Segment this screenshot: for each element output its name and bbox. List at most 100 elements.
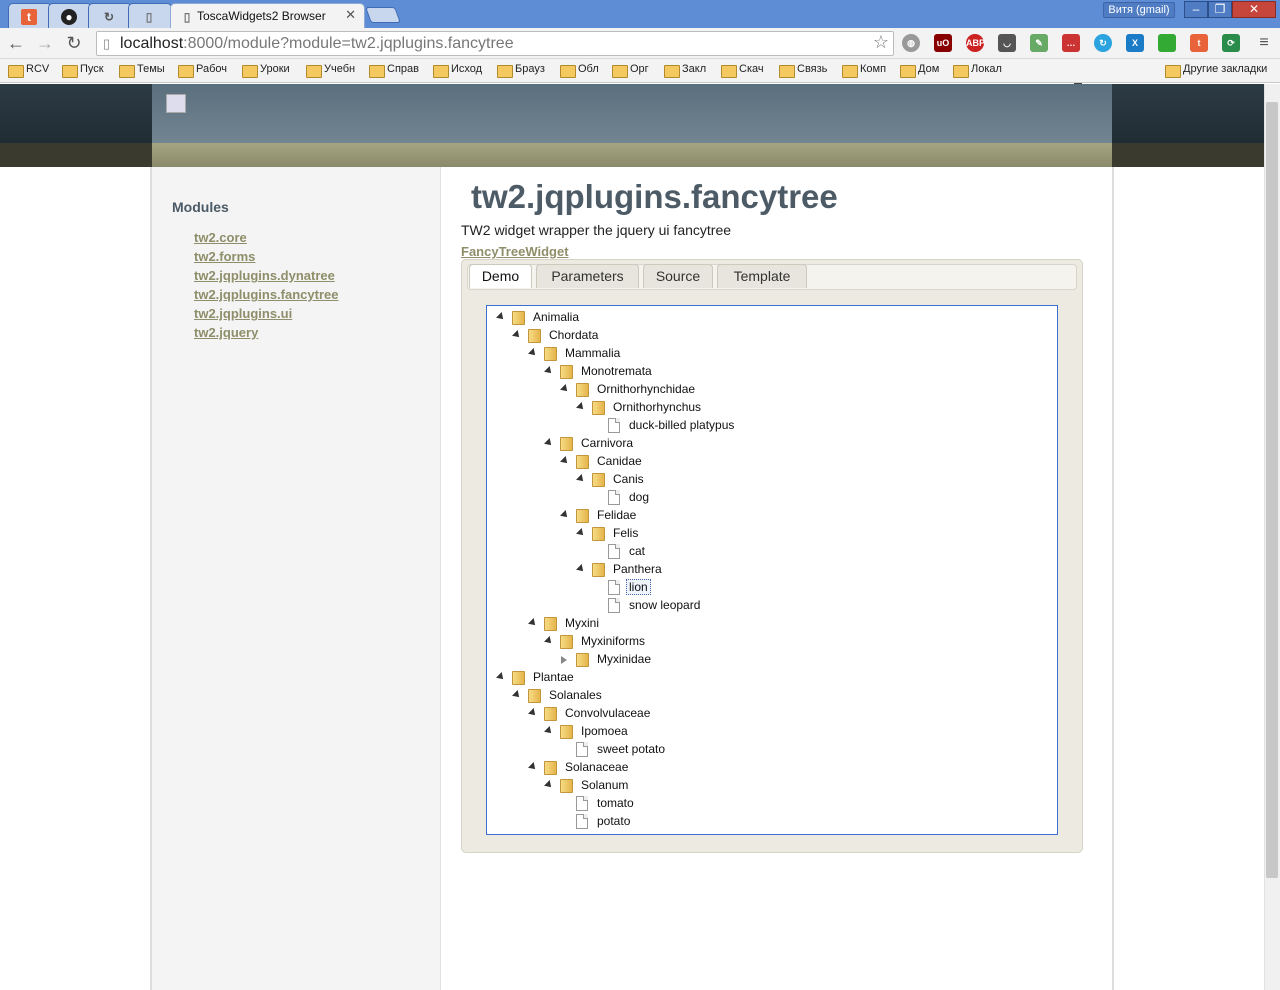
- collapse-icon[interactable]: [576, 528, 586, 538]
- browser-tab[interactable]: ↻: [88, 3, 132, 28]
- tree-node[interactable]: snow leopard: [591, 597, 891, 615]
- module-link[interactable]: tw2.jqplugins.fancytree: [194, 287, 338, 302]
- browser-tab[interactable]: ●: [48, 3, 92, 28]
- browser-tab-active[interactable]: ▯ ToscaWidgets2 Browser ✕: [170, 3, 365, 28]
- tree-node-title[interactable]: Panthera: [613, 562, 662, 576]
- collapse-icon[interactable]: [560, 384, 570, 394]
- tree-node-title[interactable]: Convolvulaceae: [565, 706, 650, 720]
- collapse-icon[interactable]: [576, 402, 586, 412]
- tree-node-title[interactable]: Monotremata: [581, 364, 652, 378]
- tree-node-title[interactable]: Chordata: [549, 328, 598, 342]
- tree-node-title[interactable]: Ornithorhynchus: [613, 400, 701, 414]
- globe-icon[interactable]: ◍: [902, 34, 920, 52]
- tree-node[interactable]: tomato: [559, 795, 859, 813]
- other-bookmarks[interactable]: Другие закладки: [1163, 63, 1267, 78]
- collapse-icon[interactable]: [560, 510, 570, 520]
- collapse-icon[interactable]: [528, 618, 538, 628]
- tree-node[interactable]: duck-billed platypus: [591, 417, 891, 435]
- tree-node-title[interactable]: dog: [629, 490, 649, 504]
- tree-node-title[interactable]: Canidae: [597, 454, 642, 468]
- tree-node[interactable]: Chordata: [511, 327, 811, 345]
- browser-tab[interactable]: ▯: [128, 3, 172, 28]
- tree-node-title[interactable]: Solanum: [581, 778, 628, 792]
- expand-icon[interactable]: [561, 656, 567, 664]
- tree-node[interactable]: sweet potato: [559, 741, 859, 759]
- pocket-icon[interactable]: ◡: [998, 34, 1016, 52]
- tree-node-title[interactable]: Solanales: [549, 688, 602, 702]
- restore-icon[interactable]: ❐: [1208, 1, 1232, 18]
- close-icon[interactable]: ✕: [345, 7, 356, 23]
- close-window-icon[interactable]: ✕: [1232, 1, 1276, 18]
- bookmark-folder[interactable]: Учебн: [304, 63, 355, 78]
- tree-node[interactable]: Ornithorhynchidae: [559, 381, 859, 399]
- collapse-icon[interactable]: [528, 348, 538, 358]
- new-tab-button[interactable]: [365, 7, 401, 23]
- scrollbar-thumb[interactable]: [1266, 102, 1278, 878]
- tab-demo[interactable]: Demo: [469, 264, 532, 288]
- reload-icon[interactable]: ↻: [62, 32, 86, 54]
- tree-node[interactable]: Solanales: [511, 687, 811, 705]
- tree-node[interactable]: Animalia: [495, 309, 795, 327]
- tree-node[interactable]: Carnivora: [543, 435, 843, 453]
- collapse-icon[interactable]: [544, 726, 554, 736]
- refresh-extension-icon[interactable]: ⟳: [1222, 34, 1240, 52]
- bookmark-folder[interactable]: Уроки: [240, 63, 290, 78]
- collapse-icon[interactable]: [544, 636, 554, 646]
- tumblr-icon[interactable]: t: [1190, 34, 1208, 52]
- tree-node-title[interactable]: Felis: [613, 526, 638, 540]
- tree-node[interactable]: Solanum: [543, 777, 843, 795]
- bookmark-folder[interactable]: Связь: [777, 63, 827, 78]
- tree-node[interactable]: cat: [591, 543, 891, 561]
- module-link[interactable]: tw2.jquery: [194, 325, 258, 340]
- bookmark-folder[interactable]: Пуск: [60, 63, 104, 78]
- module-link[interactable]: tw2.core: [194, 230, 247, 245]
- bookmark-folder[interactable]: Дом: [898, 63, 939, 78]
- browser-tab[interactable]: t: [8, 3, 52, 28]
- bookmark-folder[interactable]: Справ: [367, 63, 419, 78]
- collapse-icon[interactable]: [512, 690, 522, 700]
- tree-node-title[interactable]: Canis: [613, 472, 644, 486]
- tree-node[interactable]: Myxinidae: [559, 651, 859, 669]
- fancytree[interactable]: Animalia Chordata Mammalia Monotremata Ornit…: [486, 305, 1058, 835]
- tree-node-title[interactable]: snow leopard: [629, 598, 700, 612]
- tree-node[interactable]: Felidae: [559, 507, 859, 525]
- tree-node[interactable]: Monotremata: [543, 363, 843, 381]
- bookmark-folder[interactable]: Скач: [719, 63, 764, 78]
- tree-node-title[interactable]: sweet potato: [597, 742, 665, 756]
- tree-node-title[interactable]: tomato: [597, 796, 634, 810]
- tree-node-title[interactable]: potato: [597, 814, 630, 828]
- tree-node[interactable]: Solanaceae: [527, 759, 827, 777]
- minimize-icon[interactable]: –: [1184, 1, 1208, 18]
- tree-node[interactable]: Canidae: [559, 453, 859, 471]
- tab-parameters[interactable]: Parameters: [536, 264, 639, 288]
- tree-node-title[interactable]: Plantae: [533, 670, 574, 684]
- bookmark-folder[interactable]: RCV: [6, 63, 49, 78]
- bookmark-folder[interactable]: Исход: [431, 63, 482, 78]
- tree-node[interactable]: dog: [591, 489, 891, 507]
- translate-icon[interactable]: X: [1126, 34, 1144, 52]
- module-link[interactable]: tw2.jqplugins.ui: [194, 306, 292, 321]
- menu-icon[interactable]: ≡: [1252, 32, 1276, 54]
- collapse-icon[interactable]: [496, 672, 506, 682]
- bookmark-folder[interactable]: Темы: [117, 63, 165, 78]
- bookmark-folder[interactable]: Обл: [558, 63, 599, 78]
- tree-node[interactable]: Myxiniforms: [543, 633, 843, 651]
- tree-node[interactable]: Myxini: [527, 615, 827, 633]
- collapse-icon[interactable]: [576, 474, 586, 484]
- tree-node[interactable]: Plantae: [495, 669, 795, 687]
- tree-node[interactable]: Panthera: [575, 561, 875, 579]
- address-bar[interactable]: ▯ localhost:8000/module?module=tw2.jqplu…: [96, 31, 894, 56]
- collapse-icon[interactable]: [560, 456, 570, 466]
- green-extension-icon[interactable]: [1158, 34, 1176, 52]
- tree-node-title[interactable]: lion: [626, 579, 651, 595]
- tree-node-title[interactable]: Ipomoea: [581, 724, 628, 738]
- evernote-icon[interactable]: ✎: [1030, 34, 1048, 52]
- tab-template[interactable]: Template: [717, 264, 807, 288]
- broken-logo-image[interactable]: [166, 94, 186, 113]
- sync-extension-icon[interactable]: ↻: [1094, 34, 1112, 52]
- bookmark-folder[interactable]: Рабоч: [176, 63, 227, 78]
- tree-node-title[interactable]: Myxini: [565, 616, 599, 630]
- tree-node[interactable]: potato: [559, 813, 859, 831]
- bookmark-folder[interactable]: Комп: [840, 63, 886, 78]
- collapse-icon[interactable]: [576, 564, 586, 574]
